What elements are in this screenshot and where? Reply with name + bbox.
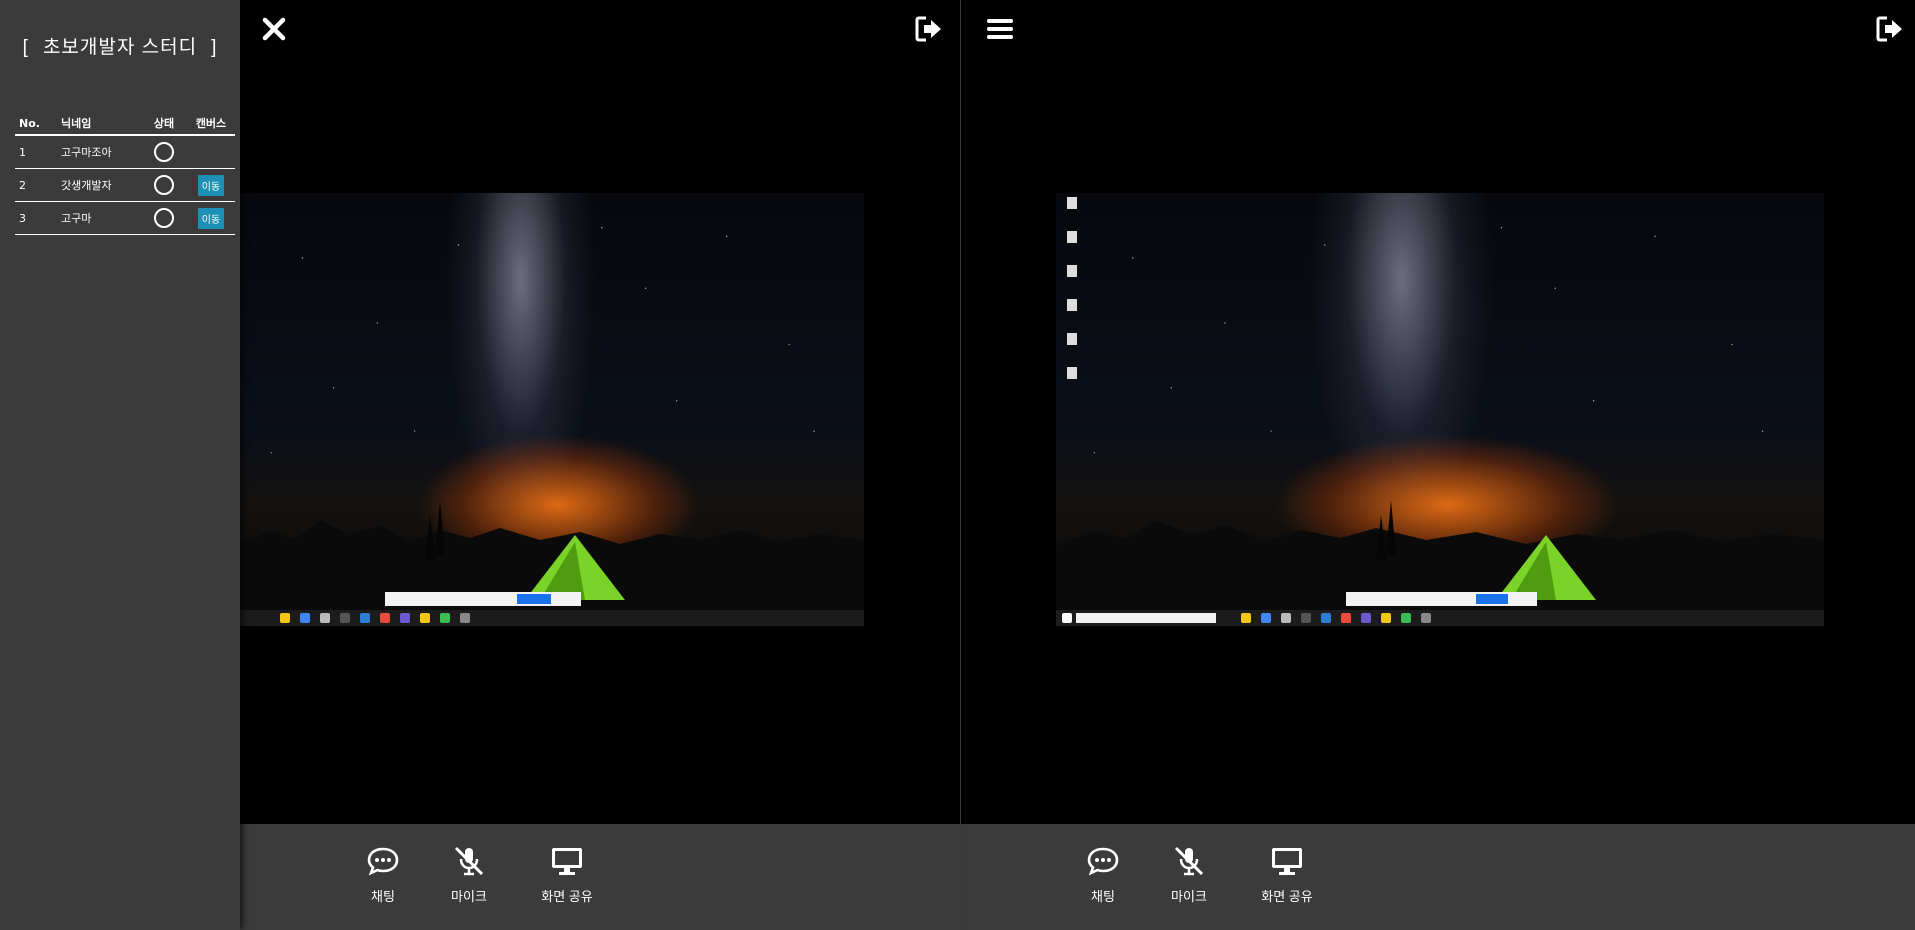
exit-icon[interactable] bbox=[914, 14, 944, 44]
chat-label: 채팅 bbox=[1091, 889, 1115, 904]
table-row: 2 갓생개발자 이동 bbox=[15, 168, 235, 202]
header-status: 상태 bbox=[141, 112, 187, 136]
participant-table: No. 닉네임 상태 캔버스 1 고구마조아 2 갓생개발자 이동 3 고구마 … bbox=[15, 112, 235, 235]
title-bracket-open: [ bbox=[22, 37, 29, 58]
mic-label: 마이크 bbox=[451, 889, 487, 904]
mic-toggle-button[interactable]: 마이크 bbox=[429, 844, 509, 905]
shared-screen-video bbox=[1056, 193, 1824, 626]
row-status bbox=[141, 201, 187, 235]
row-nickname: 고구마조아 bbox=[59, 135, 141, 169]
screen-share-button[interactable]: 화면 공유 bbox=[527, 844, 607, 905]
row-nickname: 고구마 bbox=[59, 201, 141, 235]
monitor-icon bbox=[1272, 848, 1302, 875]
header-no: No. bbox=[15, 112, 59, 136]
status-circle-icon bbox=[154, 208, 174, 228]
screen-share-label: 화면 공유 bbox=[1261, 889, 1313, 904]
shared-screen-video bbox=[240, 193, 864, 626]
study-room-title: [ 초보개발자 스터디] bbox=[0, 32, 240, 59]
title-bracket-close: ] bbox=[211, 37, 218, 58]
row-canvas bbox=[187, 135, 235, 169]
chat-button[interactable]: 채팅 bbox=[343, 844, 423, 905]
row-no: 3 bbox=[15, 201, 59, 235]
screen-share-label: 화면 공유 bbox=[541, 889, 593, 904]
share-notification-bar bbox=[385, 592, 581, 606]
status-circle-icon bbox=[154, 175, 174, 195]
table-header-row: No. 닉네임 상태 캔버스 bbox=[15, 112, 235, 136]
move-canvas-button[interactable]: 이동 bbox=[197, 207, 225, 229]
control-bar: 채팅 마이크 화면 공유 bbox=[240, 824, 960, 930]
room-name: 초보개발자 스터디 bbox=[42, 37, 198, 58]
status-circle-icon bbox=[154, 142, 174, 162]
windows-taskbar bbox=[1056, 610, 1824, 626]
windows-taskbar bbox=[240, 610, 864, 626]
chat-bubble-icon bbox=[1087, 847, 1119, 876]
header-nickname: 닉네임 bbox=[59, 112, 141, 136]
chat-button[interactable]: 채팅 bbox=[1063, 844, 1143, 905]
left-pane: [ 초보개발자 스터디] No. 닉네임 상태 캔버스 1 고구마조아 2 갓생개… bbox=[0, 0, 960, 930]
chat-bubble-icon bbox=[367, 847, 399, 876]
row-status bbox=[141, 135, 187, 169]
header-canvas: 캔버스 bbox=[187, 112, 235, 136]
row-canvas: 이동 bbox=[187, 201, 235, 235]
row-nickname: 갓생개발자 bbox=[59, 168, 141, 202]
chat-label: 채팅 bbox=[371, 889, 395, 904]
screen-share-button[interactable]: 화면 공유 bbox=[1247, 844, 1327, 905]
row-no: 1 bbox=[15, 135, 59, 169]
mic-off-icon bbox=[454, 846, 484, 876]
menu-icon[interactable] bbox=[985, 14, 1015, 44]
desktop-icons bbox=[1060, 197, 1084, 401]
share-notification-bar bbox=[1346, 592, 1537, 606]
move-canvas-button[interactable]: 이동 bbox=[197, 174, 225, 196]
mic-label: 마이크 bbox=[1171, 889, 1207, 904]
mic-off-icon bbox=[1174, 846, 1204, 876]
row-canvas: 이동 bbox=[187, 168, 235, 202]
row-no: 2 bbox=[15, 168, 59, 202]
table-row: 3 고구마 이동 bbox=[15, 201, 235, 235]
table-row: 1 고구마조아 bbox=[15, 135, 235, 169]
exit-icon[interactable] bbox=[1875, 14, 1905, 44]
monitor-icon bbox=[552, 848, 582, 875]
mic-toggle-button[interactable]: 마이크 bbox=[1149, 844, 1229, 905]
participants-sidebar: [ 초보개발자 스터디] No. 닉네임 상태 캔버스 1 고구마조아 2 갓생개… bbox=[0, 0, 240, 930]
right-pane: 채팅 마이크 화면 공유 bbox=[961, 0, 1915, 930]
row-status bbox=[141, 168, 187, 202]
close-icon[interactable] bbox=[259, 14, 289, 44]
control-bar: 채팅 마이크 화면 공유 bbox=[961, 824, 1915, 930]
